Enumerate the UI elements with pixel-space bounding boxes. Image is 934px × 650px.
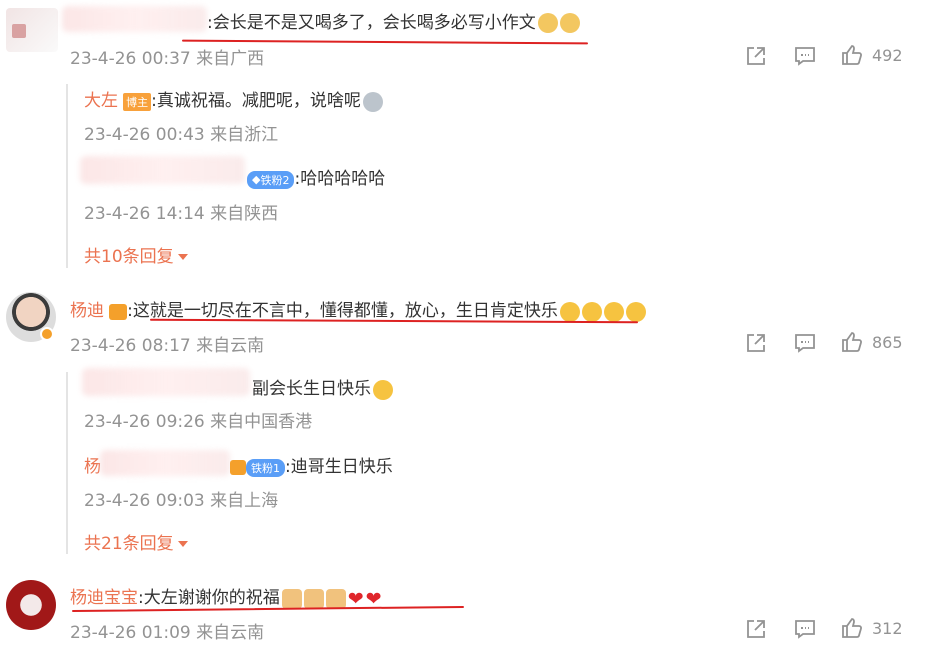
like-count: 312 bbox=[872, 618, 903, 638]
reply-item: 大左 博主:真诚祝福。减肥呢，说啥呢 bbox=[84, 86, 383, 112]
reply-meta: 23-4-26 09:26 来自中国香港 bbox=[84, 412, 313, 432]
reply-meta: 23-4-26 14:14 来自陕西 bbox=[84, 204, 279, 224]
like-button[interactable]: 312 bbox=[840, 616, 903, 640]
more-replies-link[interactable]: 共21条回复 bbox=[84, 529, 188, 554]
reply-text: 副会长生日快乐 bbox=[252, 379, 371, 399]
thumbs-up-icon bbox=[842, 332, 862, 352]
comment-meta: 23-4-26 08:17 来自云南 bbox=[70, 336, 265, 356]
reply-author[interactable]: 杨 bbox=[84, 452, 101, 477]
comment-icon bbox=[795, 47, 815, 66]
comment-item: 杨迪 :这就是一切尽在不言中，懂得都懂，放心，生日肯定快乐 bbox=[70, 296, 646, 322]
comment-author[interactable]: 杨迪宝宝 bbox=[70, 588, 138, 608]
reply-meta: 23-4-26 09:03 来自上海 bbox=[84, 491, 279, 511]
reply-meta: 23-4-26 00:43 来自浙江 bbox=[84, 125, 279, 145]
redacted-username bbox=[82, 368, 250, 396]
reply-text: :迪哥生日快乐 bbox=[285, 457, 393, 477]
crown-icon bbox=[230, 460, 246, 475]
share-button[interactable] bbox=[744, 331, 768, 355]
comment-meta: 23-4-26 01:09 来自云南 bbox=[70, 623, 265, 643]
pray-hands-icon bbox=[281, 588, 302, 609]
comment-text: :会长是不是又喝多了，会长喝多必写小作文 bbox=[207, 8, 580, 33]
share-icon bbox=[747, 334, 765, 352]
reply-text: :真诚祝福。减肥呢，说啥呢 bbox=[151, 91, 361, 111]
comment-icon bbox=[795, 334, 815, 353]
crown-icon bbox=[109, 303, 128, 320]
like-count: 492 bbox=[872, 45, 903, 65]
party-emoji-icon bbox=[625, 301, 646, 322]
avatar[interactable] bbox=[6, 580, 56, 630]
chevron-down-icon bbox=[177, 541, 188, 547]
reply-item: 铁粉1:迪哥生日快乐 bbox=[230, 452, 393, 477]
comment-button[interactable] bbox=[793, 331, 817, 355]
reply-item: ◆ 铁粉2:哈哈哈哈哈 bbox=[247, 164, 385, 189]
reply-text: :哈哈哈哈哈 bbox=[294, 169, 386, 189]
robot-emoji-icon bbox=[362, 91, 383, 112]
pray-hands-icon bbox=[303, 588, 324, 609]
party-emoji-icon bbox=[373, 379, 393, 400]
dog-emoji-icon bbox=[559, 13, 580, 33]
like-button[interactable]: 865 bbox=[840, 330, 903, 354]
comment-meta: 23-4-26 00:37 来自广西 bbox=[70, 49, 265, 69]
fan-badge: 铁粉1 bbox=[246, 458, 285, 477]
like-button[interactable]: 492 bbox=[840, 43, 903, 67]
reply-item: 副会长生日快乐 bbox=[252, 374, 393, 400]
dog-emoji-icon bbox=[537, 13, 558, 33]
reply-divider bbox=[66, 84, 68, 268]
comment-author[interactable]: 杨迪 bbox=[70, 301, 104, 321]
chevron-down-icon bbox=[177, 254, 188, 260]
comment-button[interactable] bbox=[793, 617, 817, 641]
thumbs-up-icon bbox=[842, 618, 862, 638]
share-icon bbox=[747, 47, 765, 65]
redacted-username bbox=[100, 450, 230, 476]
reply-divider bbox=[66, 372, 68, 554]
share-button[interactable] bbox=[744, 44, 768, 68]
comment-icon bbox=[795, 620, 815, 639]
party-emoji-icon bbox=[559, 301, 580, 322]
comment-text: :大左谢谢你的祝福 bbox=[138, 588, 280, 608]
more-replies-link[interactable]: 共10条回复 bbox=[84, 242, 188, 267]
reply-author[interactable]: 大左 bbox=[84, 91, 118, 111]
host-badge: 博主 bbox=[123, 92, 152, 111]
party-emoji-icon bbox=[603, 301, 624, 322]
share-icon bbox=[747, 620, 765, 638]
thumbs-up-emoji-icon bbox=[325, 588, 346, 609]
like-count: 865 bbox=[872, 332, 903, 352]
redacted-username bbox=[62, 6, 207, 32]
share-button[interactable] bbox=[744, 617, 768, 641]
thumbs-up-icon bbox=[842, 45, 862, 65]
redacted-username bbox=[80, 156, 245, 184]
avatar[interactable] bbox=[6, 8, 58, 52]
party-emoji-icon bbox=[581, 301, 602, 322]
fan-badge: ◆ 铁粉2 bbox=[247, 170, 295, 189]
comment-button[interactable] bbox=[793, 44, 817, 68]
verified-badge-icon bbox=[40, 327, 54, 341]
comment-item: 杨迪宝宝:大左谢谢你的祝福 ❤ ❤ bbox=[70, 583, 382, 610]
